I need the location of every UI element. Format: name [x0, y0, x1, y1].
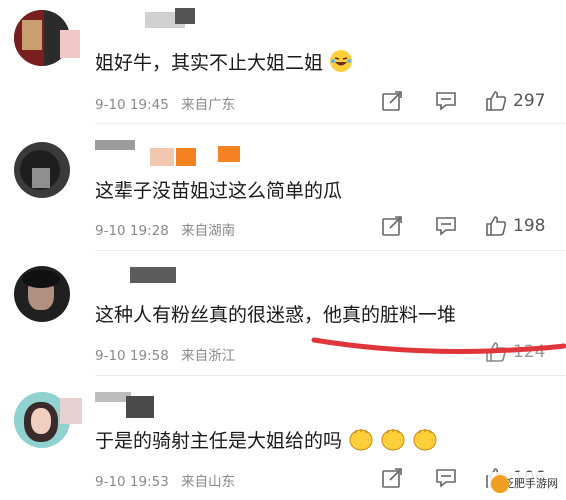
comment-text: 这种人有粉丝真的很迷惑，他真的脏料一堆 — [95, 304, 457, 326]
location: 来自山东 — [181, 474, 236, 490]
username-redacted — [218, 146, 240, 162]
username-redacted — [60, 398, 82, 424]
thumbs-up-icon[interactable] — [484, 214, 508, 238]
laughing-tears-icon — [329, 49, 353, 78]
comment-meta: 9-10 19:53 来自山东 — [95, 470, 235, 490]
share-icon[interactable] — [380, 466, 404, 490]
timestamp: 9-10 19:53 — [95, 474, 169, 490]
username-redacted — [126, 396, 154, 418]
timestamp: 9-10 19:28 — [95, 223, 169, 239]
divider — [95, 123, 566, 124]
username-redacted — [130, 267, 176, 283]
avatar[interactable] — [14, 142, 70, 198]
divider — [95, 375, 566, 376]
comment-text: 这辈子没苗姐过这么简单的瓜 — [95, 180, 343, 202]
username-redacted — [60, 30, 80, 58]
username-redacted — [150, 148, 174, 166]
username-redacted — [95, 140, 135, 150]
reply-icon[interactable] — [434, 214, 458, 238]
reply-icon[interactable] — [434, 89, 458, 113]
share-icon[interactable] — [380, 214, 404, 238]
reply-icon[interactable] — [434, 466, 458, 490]
like-count: 297 — [513, 91, 546, 111]
comment-meta: 9-10 19:28 来自湖南 — [95, 219, 235, 239]
timestamp: 9-10 19:58 — [95, 348, 169, 364]
red-highlight-stroke — [311, 337, 566, 355]
username-redacted — [176, 148, 196, 166]
avatar[interactable] — [14, 266, 70, 322]
watermark: 泛肥手游网 — [488, 472, 562, 496]
location: 来自广东 — [181, 97, 236, 113]
comment-text: 姐好牛，其实不止大姐二姐 — [95, 48, 353, 78]
divider — [95, 250, 566, 251]
timestamp: 9-10 19:45 — [95, 97, 169, 113]
thumbs-up-icon[interactable] — [484, 89, 508, 113]
comment-meta: 9-10 19:45 来自广东 — [95, 93, 235, 113]
location: 来自湖南 — [181, 223, 236, 239]
watermark-logo-icon — [491, 475, 509, 493]
username-redacted — [175, 8, 195, 24]
like-count: 198 — [513, 216, 546, 236]
comment-actions: 297 — [380, 89, 555, 113]
location: 来自浙江 — [181, 348, 236, 364]
watermark-text: 泛肥手游网 — [503, 477, 558, 490]
clapping-hands-icon — [380, 427, 406, 456]
clapping-hands-icon — [412, 427, 438, 456]
comment-actions: 198 — [380, 214, 555, 238]
comment-text: 于是的骑射主任是大姐给的吗 — [95, 426, 438, 456]
share-icon[interactable] — [380, 89, 404, 113]
clapping-hands-icon — [348, 427, 374, 456]
comment-meta: 9-10 19:58 来自浙江 — [95, 344, 235, 364]
